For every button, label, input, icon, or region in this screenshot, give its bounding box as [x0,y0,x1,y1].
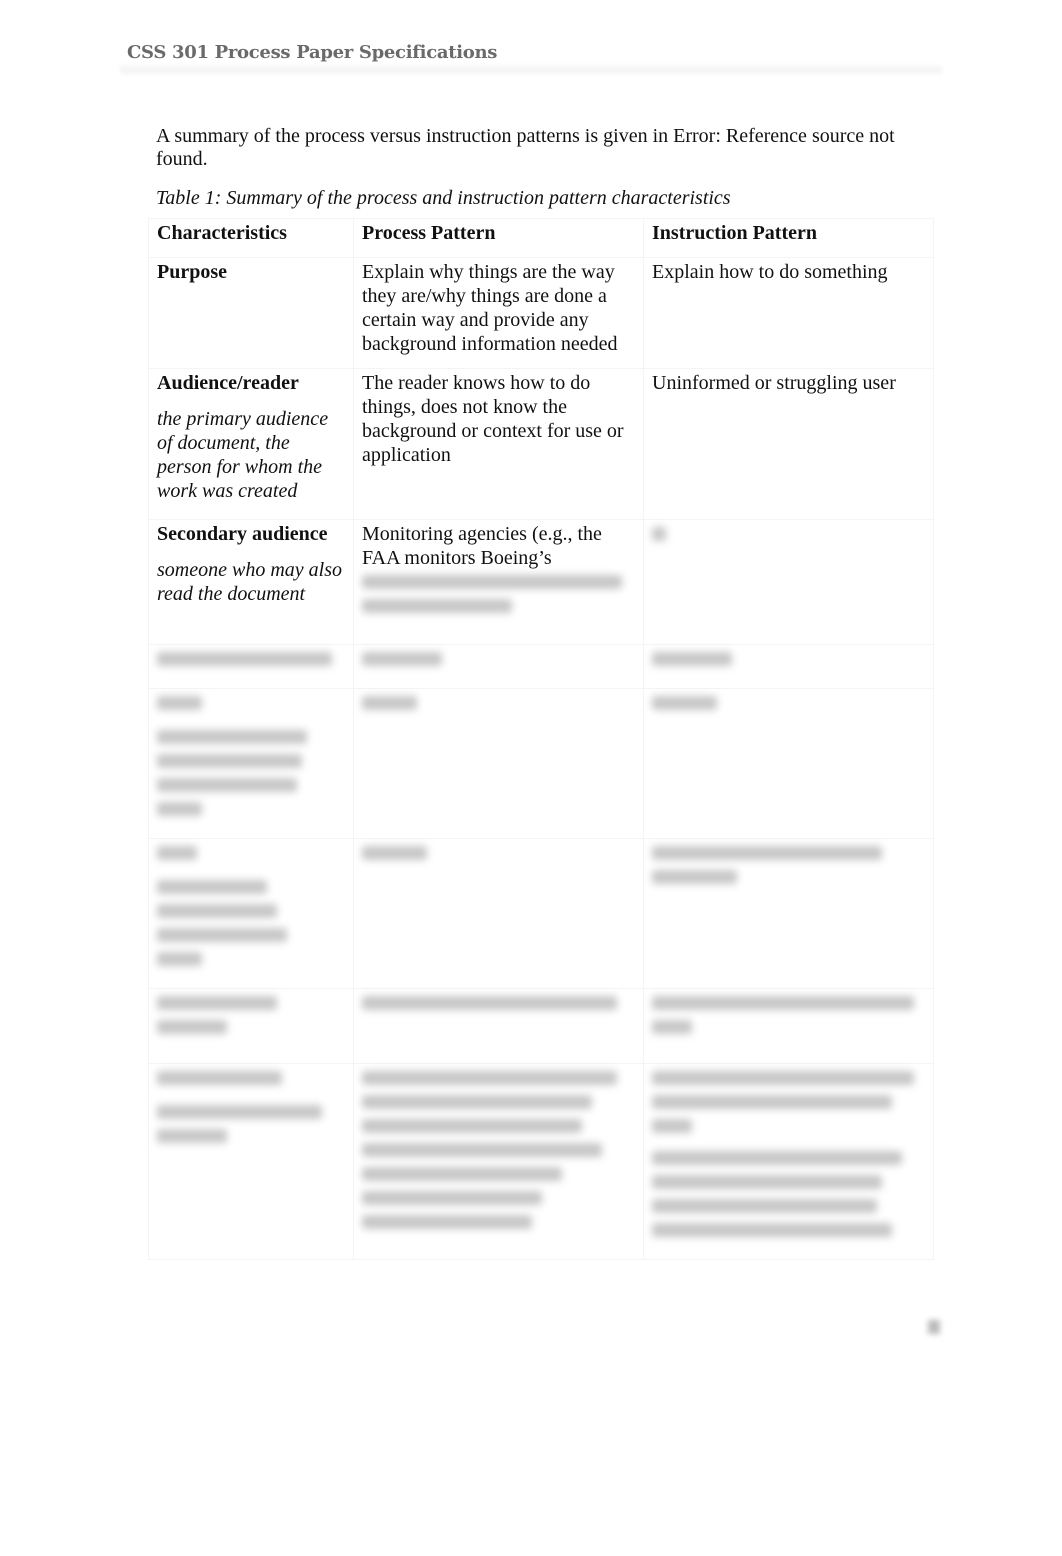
blurred-text [157,952,202,966]
blurred-text [652,1175,882,1189]
blurred-text [157,1105,322,1119]
blurred-text [362,846,427,860]
blurred-text [157,1129,227,1143]
blurred-cell [353,988,644,1064]
blurred-cell [353,1063,644,1260]
table-row-blurred [148,1063,934,1260]
row-description: the primary audience of document, the pe… [157,408,329,502]
blurred-cell [353,644,644,689]
process-text: Monitoring agencies (e.g., the FAA monit… [362,523,602,569]
blurred-text [652,1095,892,1109]
blurred-text [157,846,197,860]
blurred-text [652,1119,692,1133]
blurred-text [652,1151,902,1165]
column-header: Process Pattern [353,218,644,258]
blurred-text [157,730,307,744]
blurred-text [652,1071,914,1085]
blurred-text [652,846,882,860]
row-label: Secondary audience someone who may also r… [148,519,354,645]
blurred-cell [148,838,354,989]
blurred-cell [148,1063,354,1260]
blurred-text [157,928,287,942]
blurred-text [157,904,277,918]
intro-paragraph: A summary of the process versus instruct… [156,125,895,170]
row-label-text: Purpose [157,261,227,283]
blurred-text [157,754,302,768]
row-description: someone who may also read the document [157,559,342,605]
blurred-text [157,1071,282,1085]
blurred-text [157,802,202,816]
table-row-blurred [148,688,934,839]
blurred-text [652,696,717,710]
row-label-text: Audience/reader [157,372,299,394]
blurred-text [157,1020,227,1034]
blurred-text [362,996,617,1010]
blurred-cell [353,688,644,839]
blurred-text [157,652,332,666]
row-label-text: Secondary audience [157,523,328,545]
blurred-text [362,575,622,589]
blurred-text [652,1199,877,1213]
row-label: Purpose [148,257,354,369]
blurred-text [362,1071,617,1085]
blurred-text [652,1223,892,1237]
blurred-text [362,696,417,710]
process-cell: Monitoring agencies (e.g., the FAA monit… [353,519,644,645]
table-row: Audience/reader the primary audience of d… [148,368,934,520]
blurred-text [362,1215,532,1229]
instruction-cell: Uninformed or struggling user [643,368,934,520]
blurred-text [157,778,297,792]
table-row-blurred [148,644,934,689]
instruction-cell: Explain how to do something [643,257,934,369]
column-header: Characteristics [148,218,354,258]
blurred-text [652,1020,692,1034]
blurred-cell [643,688,934,839]
page-number-blurred [928,1320,940,1334]
blurred-text [362,1143,602,1157]
blurred-cell [353,838,644,989]
process-cell: The reader knows how to do things, does … [353,368,644,520]
blurred-cell [643,1063,934,1260]
blurred-text [652,996,914,1010]
instruction-cell [643,519,934,645]
blurred-cell [148,644,354,689]
table-row-blurred [148,988,934,1064]
row-label: Audience/reader the primary audience of d… [148,368,354,520]
blurred-text [362,599,512,613]
blurred-text [652,870,737,884]
blurred-text [362,1119,582,1133]
table-header-row: Characteristics Process Pattern Instruct… [148,218,934,258]
blurred-text [652,652,732,666]
blurred-cell [148,688,354,839]
blurred-text [362,1095,592,1109]
blurred-cell [148,988,354,1064]
table-row: Secondary audience someone who may also r… [148,519,934,645]
running-header: CSS 301 Process Paper Specifications [127,42,498,63]
blurred-text [157,880,267,894]
process-cell: Explain why things are the way they are/… [353,257,644,369]
header-divider [120,64,942,76]
blurred-cell [643,644,934,689]
table-row: Purpose Explain why things are the way t… [148,257,934,369]
blurred-text [157,996,277,1010]
table-caption: Table 1: Summary of the process and inst… [156,187,731,209]
blurred-text [362,1191,542,1205]
blurred-text [362,652,442,666]
column-header: Instruction Pattern [643,218,934,258]
blurred-text [362,1167,562,1181]
table-row-blurred [148,838,934,989]
characteristics-table: Characteristics Process Pattern Instruct… [148,218,934,1260]
blurred-cell [643,838,934,989]
blurred-text [652,527,666,541]
blurred-text [157,696,202,710]
blurred-cell [643,988,934,1064]
